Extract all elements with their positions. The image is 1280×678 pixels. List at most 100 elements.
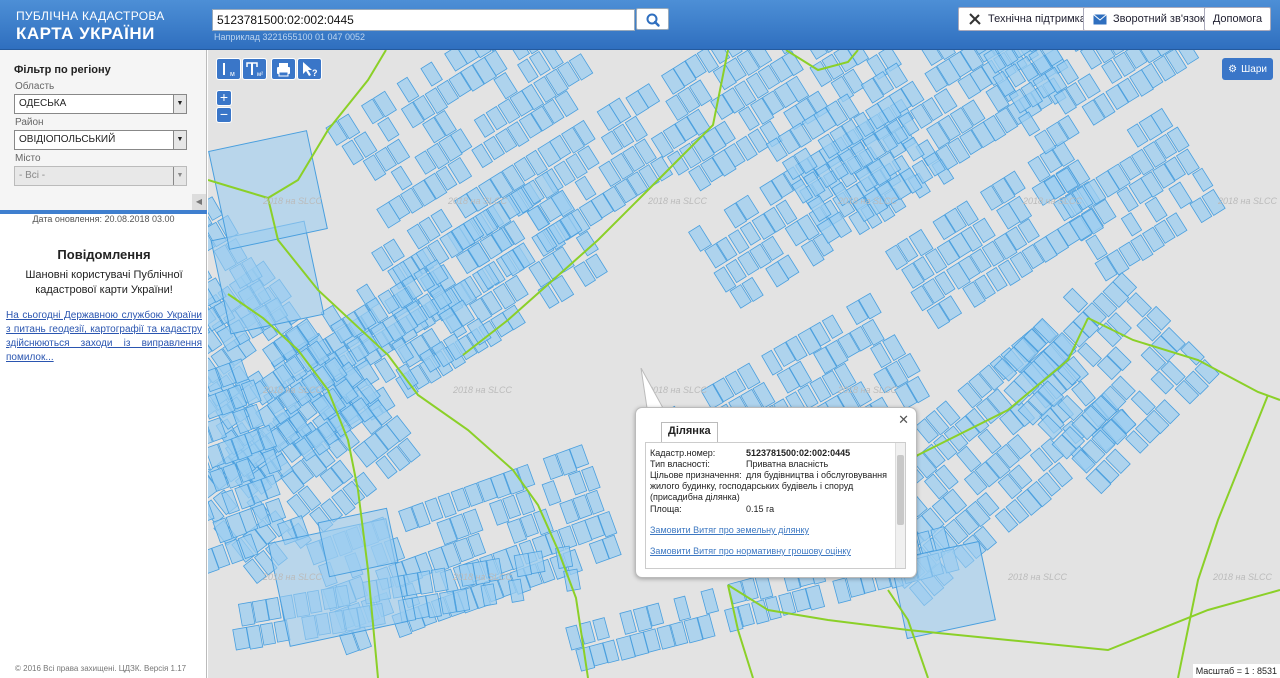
parcel[interactable] — [396, 76, 420, 103]
area-icon: м² — [246, 62, 263, 78]
chevron-down-icon: ▼ — [173, 131, 186, 149]
parcel[interactable] — [377, 116, 400, 142]
support-button[interactable]: Технічна підтримка — [958, 7, 1096, 31]
row-value-area: 0.15 га — [746, 504, 775, 514]
city-label: Місто — [15, 153, 41, 164]
watermark: 2018 на SLCC — [1212, 572, 1272, 582]
sidebar: Фільтр по регіону Область ОДЕСЬКА ▼ Райо… — [0, 50, 207, 678]
city-select[interactable]: - Всі - ▼ — [14, 166, 187, 186]
watermark: 2018 на SLCC — [837, 385, 897, 395]
row-value-purpose-cont: жилого будинку, господарських будівель і… — [650, 481, 854, 491]
search-hint: Наприклад 3221655100 01 047 0052 — [214, 32, 366, 42]
search-button[interactable] — [636, 8, 669, 30]
parcel[interactable] — [805, 50, 828, 60]
region-select[interactable]: ОДЕСЬКА ▼ — [14, 94, 187, 114]
logo-line2: КАРТА УКРАЇНИ — [16, 24, 155, 43]
popup-body: Кадастр.номер: 5123781500:02:002:0445 Ти… — [645, 442, 906, 569]
parcel[interactable] — [390, 165, 413, 191]
tab-parcel[interactable]: Ділянка — [661, 422, 718, 442]
parcel[interactable] — [1062, 287, 1089, 313]
map[interactable]: 2018 на SLCC 2018 на SLCC 2018 на SLCC 2018… — [208, 50, 1280, 678]
watermark: 2018 на SLCC — [262, 385, 322, 395]
parcel[interactable] — [259, 622, 276, 646]
zoom-in-button[interactable]: + — [216, 90, 232, 106]
map-canvas[interactable]: 2018 на SLCC 2018 на SLCC 2018 на SLCC 2018… — [208, 50, 1280, 678]
parcel[interactable] — [541, 480, 562, 507]
notice-title: Повідомлення — [57, 247, 151, 262]
row-label-ownership: Тип власності: — [650, 459, 710, 469]
gear-icon: ⚙ — [1228, 63, 1238, 75]
watermark: 2018 на SLCC — [1007, 572, 1067, 582]
parcel[interactable] — [592, 617, 610, 641]
header: ПУБЛІЧНА КАДАСТРОВА КАРТА УКРАЇНИ Наприк… — [0, 0, 1280, 50]
logo[interactable]: ПУБЛІЧНА КАДАСТРОВА КАРТА УКРАЇНИ — [16, 9, 165, 44]
parcel[interactable] — [1085, 234, 1108, 261]
zoom-out-button[interactable]: − — [216, 107, 232, 123]
parcel[interactable] — [700, 588, 720, 615]
large-parcel[interactable] — [208, 130, 328, 250]
order-valuation-link[interactable]: Замовити Витяг про нормативну грошову оц… — [650, 546, 851, 556]
feedback-button[interactable]: Зворотний зв'язок — [1083, 7, 1215, 31]
parcel[interactable] — [1130, 390, 1156, 416]
parcel[interactable] — [977, 428, 1002, 455]
parcel[interactable] — [688, 224, 713, 252]
row-label-cadastral: Кадастр.номер: — [650, 448, 716, 458]
row-value-ownership: Приватна власність — [746, 459, 829, 469]
parcel[interactable] — [1144, 196, 1168, 223]
district-value: ОВІДІОПОЛЬСЬКИЙ — [19, 134, 116, 145]
region-value: ОДЕСЬКА — [19, 98, 67, 109]
svg-text:м: м — [230, 71, 235, 78]
parcel[interactable] — [1168, 181, 1193, 209]
parcel[interactable] — [619, 610, 637, 635]
help-button[interactable]: Допомога — [1204, 7, 1271, 31]
close-icon[interactable]: ✕ — [898, 412, 909, 428]
district-select[interactable]: ОВІДІОПОЛЬСЬКИЙ ▼ — [14, 130, 187, 150]
district-label: Район — [15, 117, 44, 128]
search-icon — [646, 13, 660, 27]
parcel[interactable] — [956, 445, 982, 473]
notice: Повідомлення Шановні користувачі Публічн… — [6, 247, 202, 365]
scrollbar-thumb[interactable] — [897, 455, 904, 525]
layers-button[interactable]: ⚙ Шари — [1222, 58, 1273, 80]
chevron-down-icon: ▼ — [173, 167, 186, 185]
parcel[interactable] — [1077, 342, 1102, 368]
watermark: 2018 на SLCC — [262, 196, 322, 206]
watermark: 2018 на SLCC — [837, 196, 897, 206]
parcel[interactable] — [1192, 167, 1214, 192]
parcel[interactable] — [1126, 292, 1153, 318]
parcel[interactable] — [673, 595, 692, 622]
row-value-purpose-cont2: (присадибна ділянка) — [650, 492, 740, 502]
popup-scrollbar[interactable] — [895, 443, 905, 568]
filter-title: Фільтр по регіону — [14, 64, 111, 76]
watermark: 2018 на SLCC — [1022, 196, 1082, 206]
parcel[interactable] — [237, 601, 256, 627]
collapse-sidebar-button[interactable]: ◀ — [192, 194, 206, 210]
support-label: Технічна підтримка — [988, 13, 1086, 25]
scale-label: Масштаб = 1 : 8531 — [1192, 664, 1280, 678]
parcel[interactable] — [1120, 212, 1143, 237]
svg-text:м²: м² — [257, 72, 263, 78]
print-icon — [277, 63, 290, 77]
parcel[interactable] — [1071, 380, 1096, 407]
notice-link[interactable]: На сьогодні Державною службою України з … — [6, 309, 202, 365]
parcel[interactable] — [507, 50, 531, 61]
order-extract-link[interactable]: Замовити Витяг про земельну ділянку — [650, 525, 809, 535]
parcels-layer — [208, 50, 1226, 672]
parcel[interactable] — [920, 50, 944, 66]
feedback-label: Зворотний зв'язок — [1113, 13, 1205, 25]
row-value-purpose: для будівництва і обслуговування — [746, 470, 888, 480]
measure-area-button[interactable]: м² — [242, 58, 267, 80]
popup-pointer — [640, 368, 663, 409]
row-label-purpose: Цільове призначення: — [650, 470, 742, 480]
measure-line-button[interactable]: м — [216, 58, 241, 80]
search-input[interactable] — [212, 9, 635, 31]
city-value: - Всі - — [19, 170, 46, 181]
print-button[interactable] — [271, 58, 296, 80]
row-label-area: Площа: — [650, 504, 682, 514]
parcel[interactable] — [208, 258, 213, 285]
parcel[interactable] — [493, 71, 518, 100]
parcel[interactable] — [420, 61, 443, 87]
parcel[interactable] — [574, 175, 597, 201]
watermark: 2018 на SLCC — [447, 196, 507, 206]
identify-button[interactable]: ? — [297, 58, 322, 80]
